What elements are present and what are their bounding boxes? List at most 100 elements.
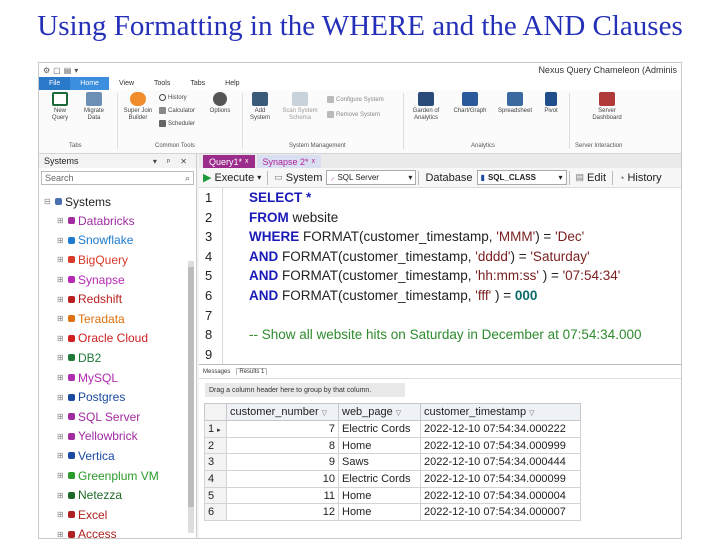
cell-customer-number[interactable]: 9: [226, 453, 339, 472]
system-select[interactable]: ⸝ SQL Server ▾: [326, 170, 417, 185]
code-line[interactable]: WHERE FORMAT(customer_timestamp, 'MMM') …: [249, 227, 641, 247]
table-row[interactable]: 6 12 Home 2022-12-10 07:54:34.000007: [204, 503, 581, 522]
options-button[interactable]: Options: [205, 92, 235, 115]
tab-tabs[interactable]: Tabs: [180, 77, 215, 90]
database-select[interactable]: ▮ SQL_CLASS ▾: [476, 170, 567, 185]
expand-icon[interactable]: ⊞: [57, 393, 65, 402]
expand-icon[interactable]: ⊞: [57, 432, 65, 441]
tree-item-greenplum-vm[interactable]: ⊞ Greenplum VM: [39, 466, 196, 486]
tree-item-oracle-cloud[interactable]: ⊞ Oracle Cloud: [39, 329, 196, 349]
expand-icon[interactable]: ⊞: [57, 451, 65, 460]
row-number[interactable]: 6: [204, 503, 227, 522]
tree-item-bigquery[interactable]: ⊞ BigQuery: [39, 250, 196, 270]
dropdown-icon[interactable]: ▾: [74, 66, 78, 75]
column-header-customer-number[interactable]: customer_number ▽: [226, 403, 339, 421]
spreadsheet-button[interactable]: Spreadsheet: [495, 92, 535, 115]
tree-item-sql-server[interactable]: ⊞ SQL Server: [39, 407, 196, 427]
cell-web-page[interactable]: Electric Cords: [338, 470, 421, 488]
table-row[interactable]: 1 ▸ 7 Electric Cords 2022-12-10 07:54:34.000…: [204, 420, 581, 438]
table-row[interactable]: 5 11 Home 2022-12-10 07:54:34.000004: [204, 486, 581, 505]
tree-item-databricks[interactable]: ⊞ Databricks: [39, 211, 196, 231]
history-toolbar-button[interactable]: ◔ History: [615, 169, 666, 187]
tree-item-access[interactable]: ⊞ Access: [39, 525, 196, 538]
migrate-data-button[interactable]: Migrate Data: [77, 92, 111, 122]
expand-icon[interactable]: ⊞: [57, 236, 65, 245]
tree-item-db2[interactable]: ⊞ DB2: [39, 348, 196, 368]
row-number[interactable]: 5: [204, 486, 227, 505]
column-header-web-page[interactable]: web_page ▽: [338, 403, 421, 421]
tree-item-synapse[interactable]: ⊞ Synapse: [39, 270, 196, 290]
cell-customer-number[interactable]: 10: [226, 470, 339, 488]
close-icon[interactable]: x: [245, 158, 249, 165]
row-number[interactable]: 4: [204, 470, 227, 488]
table-row[interactable]: 3 9 Saws 2022-12-10 07:54:34.000444: [204, 453, 581, 472]
search-icon[interactable]: ⌕: [185, 173, 190, 184]
sql-code[interactable]: SELECT * FROM website WHERE FORMAT(custome…: [249, 188, 641, 364]
scan-system-schema-button[interactable]: Scan System Schema: [279, 92, 321, 122]
history-button[interactable]: History: [159, 94, 187, 101]
remove-system-button[interactable]: Remove System: [327, 111, 380, 118]
cell-customer-timestamp[interactable]: 2022-12-10 07:54:34.000007: [420, 503, 581, 522]
tab-messages[interactable]: Messages: [203, 369, 230, 375]
cell-customer-number[interactable]: 8: [226, 436, 339, 455]
tree-item-vertica[interactable]: ⊞ Vertica: [39, 446, 196, 466]
tab-synapse-2[interactable]: Synapse 2* x: [256, 155, 322, 168]
code-line[interactable]: -- Show all website hits on Saturday in …: [249, 325, 641, 345]
cell-web-page[interactable]: Home: [338, 436, 421, 455]
tab-file[interactable]: File: [39, 77, 71, 90]
new-query-button[interactable]: New Query: [45, 92, 75, 122]
filter-icon[interactable]: ▽: [529, 410, 534, 417]
cell-customer-timestamp[interactable]: 2022-12-10 07:54:34.000222: [420, 420, 581, 438]
tree-item-excel[interactable]: ⊞ Excel: [39, 505, 196, 525]
tree-item-teradata[interactable]: ⊞ Teradata: [39, 309, 196, 329]
tab-results-1[interactable]: Results 1: [236, 368, 268, 375]
tree-item-postgres[interactable]: ⊞ Postgres: [39, 387, 196, 407]
tree-item-mysql[interactable]: ⊞ MySQL: [39, 368, 196, 388]
code-line[interactable]: AND FORMAT(customer_timestamp, 'dddd') =…: [249, 247, 641, 267]
filter-icon[interactable]: ▽: [322, 410, 327, 417]
row-number[interactable]: 2: [204, 436, 227, 455]
tab-query1[interactable]: Query1* x: [203, 155, 255, 168]
group-by-drop-area[interactable]: Drag a column header here to group by th…: [205, 383, 405, 397]
tab-home[interactable]: Home: [70, 77, 109, 90]
add-system-button[interactable]: Add System: [245, 92, 275, 122]
expand-icon[interactable]: ⊞: [57, 295, 65, 304]
code-line[interactable]: SELECT *: [249, 188, 641, 208]
pivot-button[interactable]: Pivot: [539, 92, 563, 115]
edit-button[interactable]: ▤ Edit: [572, 169, 610, 187]
expand-icon[interactable]: ⊞: [57, 373, 65, 382]
cell-customer-timestamp[interactable]: 2022-12-10 07:54:34.000004: [420, 486, 581, 505]
expand-icon[interactable]: ⊞: [57, 471, 65, 480]
tab-tools[interactable]: Tools: [144, 77, 180, 90]
expand-icon[interactable]: ⊞: [57, 255, 65, 264]
scheduler-button[interactable]: Scheduler: [159, 120, 195, 127]
cell-web-page[interactable]: Saws: [338, 453, 421, 472]
code-line[interactable]: FROM website: [249, 208, 641, 228]
code-line[interactable]: [249, 345, 641, 365]
gear-icon[interactable]: ⚙: [43, 66, 50, 75]
row-number[interactable]: 1 ▸: [204, 420, 227, 438]
row-number[interactable]: 3: [204, 453, 227, 472]
expand-icon[interactable]: ⊞: [57, 491, 65, 500]
cell-customer-number[interactable]: 11: [226, 486, 339, 505]
calculator-button[interactable]: Calculator: [159, 107, 195, 114]
expand-icon[interactable]: ⊞: [57, 353, 65, 362]
tree-item-snowflake[interactable]: ⊞ Snowflake: [39, 231, 196, 251]
expand-icon[interactable]: ⊞: [57, 275, 65, 284]
chart-graph-button[interactable]: Chart/Graph: [449, 92, 491, 115]
cell-web-page[interactable]: Electric Cords: [338, 420, 421, 438]
systems-search-input[interactable]: Search ⌕: [41, 171, 194, 185]
execute-button[interactable]: ▶ Execute ▾: [199, 169, 265, 187]
cell-web-page[interactable]: Home: [338, 486, 421, 505]
tree-item-netezza[interactable]: ⊞ Netezza: [39, 485, 196, 505]
garden-of-analytics-button[interactable]: Garden of Analytics: [407, 92, 445, 122]
save-icon[interactable]: ▤: [64, 66, 72, 75]
close-icon[interactable]: x: [312, 158, 316, 165]
sql-editor[interactable]: 123456789 SELECT * FROM website WHERE FORM…: [199, 188, 681, 365]
tab-help[interactable]: Help: [215, 77, 249, 90]
expand-icon[interactable]: ⊞: [57, 412, 65, 421]
configure-system-button[interactable]: Configure System: [327, 96, 384, 103]
expand-icon[interactable]: ⊞: [57, 510, 65, 519]
page-icon[interactable]: ▢: [53, 66, 61, 75]
systems-scrollbar[interactable]: [188, 261, 194, 533]
